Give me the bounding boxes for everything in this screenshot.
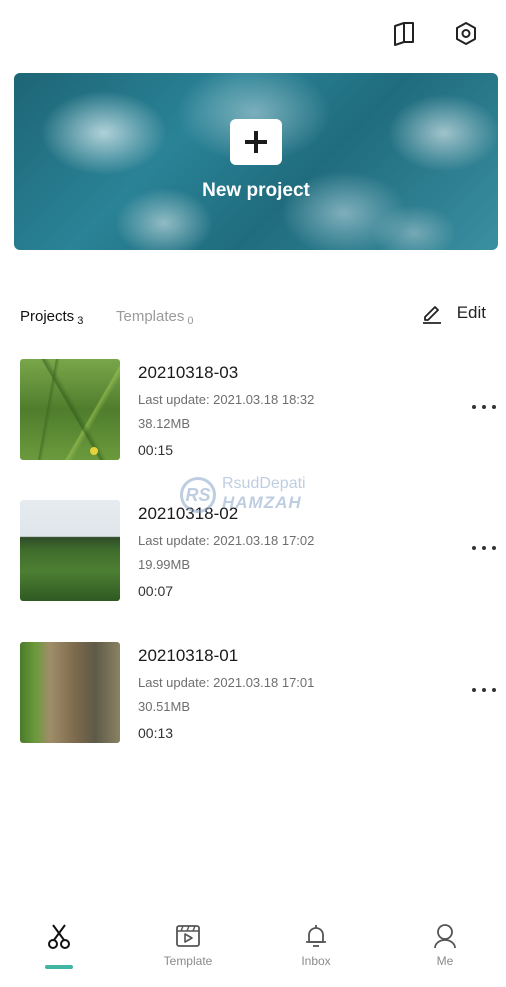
active-indicator (45, 965, 73, 969)
scissors-icon (48, 924, 70, 949)
gear-icon[interactable] (450, 18, 482, 50)
plus-icon (230, 119, 282, 165)
project-thumbnail[interactable] (20, 359, 120, 460)
top-bar (0, 0, 506, 70)
project-thumbnail[interactable] (20, 500, 120, 601)
watermark: RS RsudDepati HAMZAH (180, 475, 330, 515)
project-duration: 00:13 (138, 725, 174, 741)
project-title: 20210318-03 (138, 363, 239, 382)
watermark-line2: HAMZAH (222, 493, 302, 512)
person-icon (434, 924, 456, 949)
tab-projects-label: Projects (20, 308, 75, 325)
project-last-update: Last update: 2021.03.18 18:32 (138, 392, 315, 407)
tab-templates-count: 0 (187, 315, 194, 327)
new-project-banner[interactable]: New project (14, 73, 498, 250)
tab-templates[interactable]: Templates 0 (116, 308, 194, 327)
template-icon (176, 925, 200, 947)
edit-label: Edit (456, 303, 486, 322)
more-options-icon[interactable] (470, 680, 498, 700)
project-duration: 00:15 (138, 442, 174, 458)
project-size: 30.51MB (138, 699, 191, 714)
project-thumbnail[interactable] (20, 642, 120, 743)
new-project-label: New project (202, 180, 310, 201)
nav-me-label: Me (436, 954, 454, 968)
tab-projects-count: 3 (77, 315, 84, 327)
watermark-line1: RsudDepati (222, 475, 306, 492)
project-item[interactable]: 20210318-02 Last update: 2021.03.18 17:0… (0, 500, 506, 602)
project-last-update: Last update: 2021.03.18 17:01 (138, 675, 315, 690)
project-item[interactable]: 20210318-01 Last update: 2021.03.18 17:0… (0, 642, 506, 744)
project-size: 19.99MB (138, 557, 191, 572)
book-icon[interactable] (388, 18, 420, 50)
project-tabs: Projects 3 Templates 0 Edit (0, 300, 506, 330)
bell-icon (306, 925, 326, 947)
flower-mark (90, 447, 98, 455)
more-options-icon[interactable] (470, 538, 498, 558)
tab-projects[interactable]: Projects 3 (20, 308, 83, 327)
project-item[interactable]: 20210318-03 Last update: 2021.03.18 18:3… (0, 359, 506, 461)
tab-templates-label: Templates (116, 308, 185, 325)
nav-edit[interactable] (19, 922, 99, 954)
project-size: 38.12MB (138, 416, 191, 431)
more-options-icon[interactable] (470, 397, 498, 417)
bottom-nav: Template Inbox Me (0, 910, 506, 987)
project-last-update: Last update: 2021.03.18 17:02 (138, 533, 315, 548)
pencil-icon (422, 306, 441, 324)
watermark-logo: RS (180, 477, 216, 513)
nav-template[interactable]: Template (148, 922, 228, 968)
project-title: 20210318-01 (138, 646, 239, 665)
edit-button[interactable]: Edit (421, 302, 486, 324)
nav-inbox-label: Inbox (301, 954, 331, 968)
nav-template-label: Template (163, 954, 213, 968)
nav-inbox[interactable]: Inbox (276, 922, 356, 968)
project-duration: 00:07 (138, 583, 174, 599)
nav-me[interactable]: Me (405, 922, 485, 968)
